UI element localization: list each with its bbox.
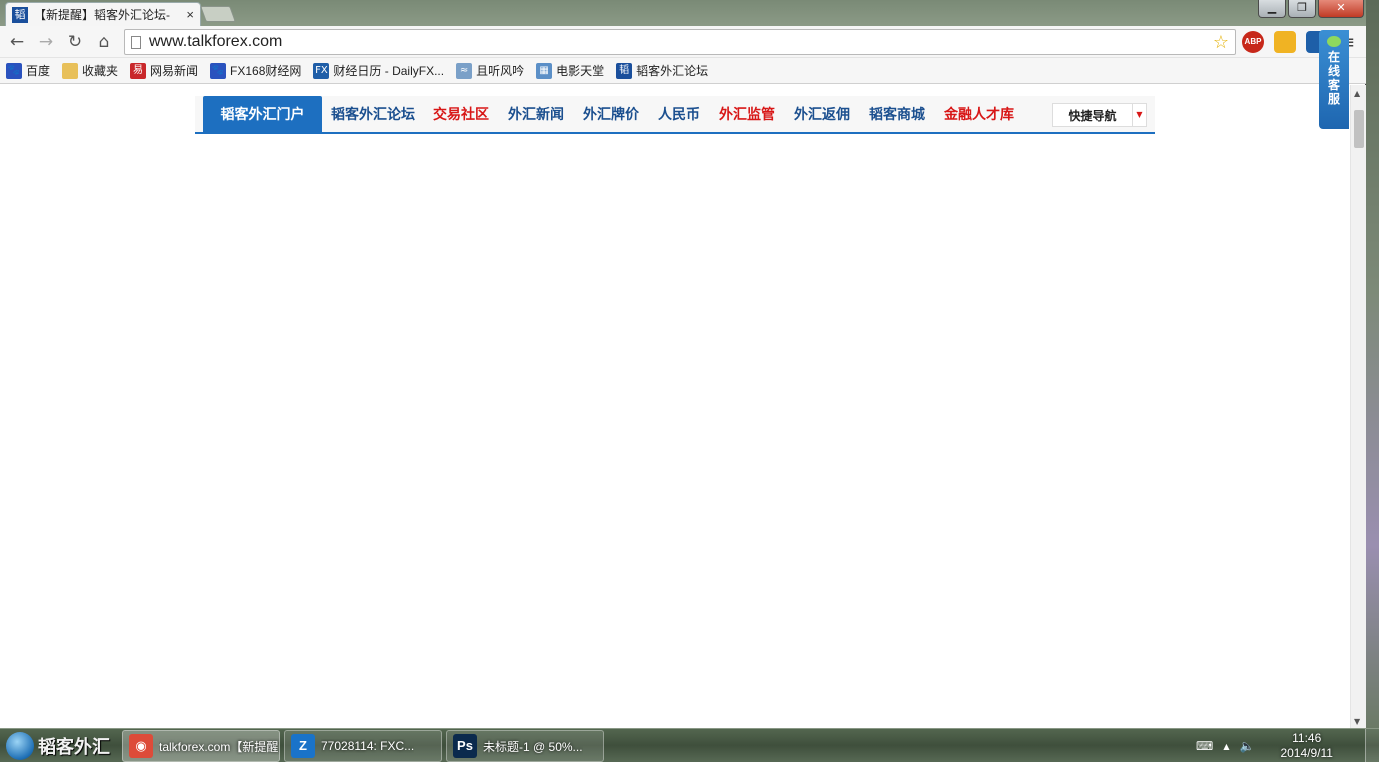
taskbar-item-label: talkforex.com【新提醒】韬客...: [159, 739, 279, 754]
bookmark-item[interactable]: 🐾 百度: [6, 62, 50, 79]
bookmark-label: 电影天堂: [556, 64, 605, 78]
reload-icon[interactable]: ↻: [65, 32, 85, 52]
bookmarks-bar: 🐾 百度 收藏夹易网易新闻 🐾 FX168财经网 FX 财经日历 - DailyFX... ≈…: [0, 58, 1366, 84]
nav-item[interactable]: 韬客外汇门户: [203, 96, 322, 132]
volume-icon[interactable]: 🔈: [1239, 739, 1254, 753]
netease-icon: 易: [130, 62, 147, 79]
scroll-down-arrow-icon[interactable]: ▼: [1354, 717, 1360, 726]
close-window-button[interactable]: ✕: [1318, 0, 1364, 18]
quick-nav-label: 快捷导航: [1068, 108, 1117, 123]
nav-item[interactable]: 人民币: [658, 96, 700, 132]
taskbar-item[interactable]: Ps 未标题-1 @ 50%...: [446, 730, 604, 762]
chrome-icon: ◉: [129, 734, 153, 758]
taskbar-item-label: 77028114: FXC...: [321, 739, 415, 753]
start-logo-text: 韬客外汇: [38, 737, 110, 758]
bookmark-item[interactable]: FX 财经日历 - DailyFX...: [313, 62, 444, 79]
extension-icon[interactable]: [1274, 31, 1296, 53]
folder-icon: [62, 62, 79, 79]
page-icon: [131, 35, 141, 49]
bookmark-item[interactable]: 🐾 FX168财经网: [210, 62, 301, 79]
address-bar[interactable]: www.talkforex.com ☆: [124, 29, 1236, 55]
fx-icon: FX: [313, 62, 330, 79]
taskbar-item[interactable]: Z 77028114: FXC...: [284, 730, 442, 762]
bookmark-star-icon[interactable]: ☆: [1213, 32, 1229, 53]
url-text[interactable]: www.talkforex.com: [149, 33, 1213, 51]
nav-item[interactable]: 外汇新闻: [508, 96, 564, 132]
bookmark-label: 财经日历 - DailyFX...: [333, 64, 445, 78]
bookmark-label: 且听风吟: [476, 64, 525, 78]
bookmark-label: 网易新闻: [150, 64, 199, 78]
talkforex-favicon-icon: 韬: [12, 6, 28, 23]
keyboard-icon[interactable]: ⌨: [1196, 739, 1213, 753]
home-icon[interactable]: ⌂: [94, 32, 114, 52]
bookmark-label: 百度: [26, 64, 51, 78]
nav-item[interactable]: 韬客外汇论坛: [331, 96, 415, 132]
z-app-icon: Z: [291, 734, 315, 758]
clock-time: 11:46: [1292, 731, 1322, 745]
desktop-wallpaper: [1366, 0, 1379, 728]
bookmark-item[interactable]: 韬韬客外汇论坛: [616, 62, 708, 79]
nav-item[interactable]: 金融人才库: [944, 96, 1014, 132]
bookmark-label: 韬客外汇论坛: [636, 64, 709, 78]
online-customer-service-button[interactable]: 在线客服: [1319, 30, 1349, 129]
chat-bubble-icon: [1327, 36, 1341, 47]
nav-item[interactable]: 外汇返佣: [794, 96, 850, 132]
nav-item[interactable]: 外汇监管: [719, 96, 775, 132]
bookmark-item[interactable]: ≈ 且听风吟: [456, 62, 524, 79]
forward-arrow-icon[interactable]: →: [36, 32, 56, 52]
chevron-down-icon: ▼: [1132, 104, 1146, 126]
film-icon: ▦: [536, 62, 553, 79]
page-content: 快捷导航 ▼ 韬客外汇门户 韬客外汇论坛 交易社区 外汇新闻 外汇牌价 人民币 外汇监管 外汇…: [0, 85, 1350, 728]
paw-icon: 🐾: [6, 62, 22, 79]
bookmark-label: 收藏夹: [82, 64, 119, 78]
window-controls: ▁ ❐ ✕: [1258, 0, 1364, 18]
browser-tab-active[interactable]: 韬 【新提醒】韬客外汇论坛- ×: [5, 2, 201, 26]
taskbar-item[interactable]: ◉ talkforex.com【新提醒】韬客...: [122, 730, 280, 762]
back-arrow-icon[interactable]: ←: [7, 32, 27, 52]
vertical-scrollbar[interactable]: ▲ ▼: [1350, 85, 1366, 728]
nav-item[interactable]: 交易社区: [433, 96, 489, 132]
bookmark-item[interactable]: 收藏夹: [62, 62, 118, 79]
show-desktop-button[interactable]: [1365, 729, 1379, 762]
scroll-thumb[interactable]: [1354, 110, 1364, 148]
tab-strip: 韬 【新提醒】韬客外汇论坛- × ▁ ❐ ✕: [0, 0, 1366, 26]
photoshop-icon: Ps: [453, 734, 477, 758]
show-hidden-icons-arrow-icon[interactable]: ▲: [1223, 742, 1229, 751]
bookmark-item[interactable]: 易网易新闻: [130, 62, 198, 79]
windows-orb-icon: [6, 732, 34, 760]
browser-toolbar: ← → ↻ ⌂ www.talkforex.com ☆ ABP ≡: [0, 26, 1366, 58]
paw-icon: 🐾: [210, 62, 227, 79]
wind-icon: ≈: [456, 62, 473, 79]
browser-window: 韬 【新提醒】韬客外汇论坛- × ▁ ❐ ✕ ← → ↻ ⌂ www.talkf…: [0, 0, 1366, 728]
nav-item[interactable]: 韬客商城: [869, 96, 925, 132]
scroll-up-arrow-icon[interactable]: ▲: [1354, 89, 1360, 98]
start-button[interactable]: 韬客外汇: [0, 729, 120, 762]
minimize-button[interactable]: ▁: [1258, 0, 1286, 18]
taskbar-item-label: 未标题-1 @ 50%...: [483, 739, 583, 754]
taskbar: 韬客外汇 ◉ talkforex.com【新提醒】韬客... Z 77028114: …: [0, 728, 1379, 762]
clock-date: 2014/9/11: [1280, 746, 1333, 760]
clock[interactable]: 11:46 2014/9/11: [1280, 731, 1333, 761]
new-tab-button[interactable]: [200, 6, 236, 22]
restore-button[interactable]: ❐: [1288, 0, 1316, 18]
tab-title: 【新提醒】韬客外汇论坛-: [34, 8, 170, 22]
quick-nav-dropdown[interactable]: 快捷导航 ▼: [1052, 103, 1147, 127]
tab-close-icon[interactable]: ×: [186, 7, 194, 22]
customer-service-label: 在线客服: [1327, 50, 1340, 106]
talkforex-icon: 韬: [616, 62, 633, 79]
adblock-plus-icon[interactable]: ABP: [1242, 31, 1264, 53]
system-tray: ⌨ ▲ 🔈 11:46 2014/9/11: [1196, 729, 1346, 762]
site-navigation: 快捷导航 ▼ 韬客外汇门户 韬客外汇论坛 交易社区 外汇新闻 外汇牌价 人民币 外汇监管 外汇…: [195, 96, 1155, 134]
bookmark-item[interactable]: ▦ 电影天堂: [536, 62, 604, 79]
nav-item[interactable]: 外汇牌价: [583, 96, 639, 132]
bookmark-label: FX168财经网: [230, 64, 302, 78]
